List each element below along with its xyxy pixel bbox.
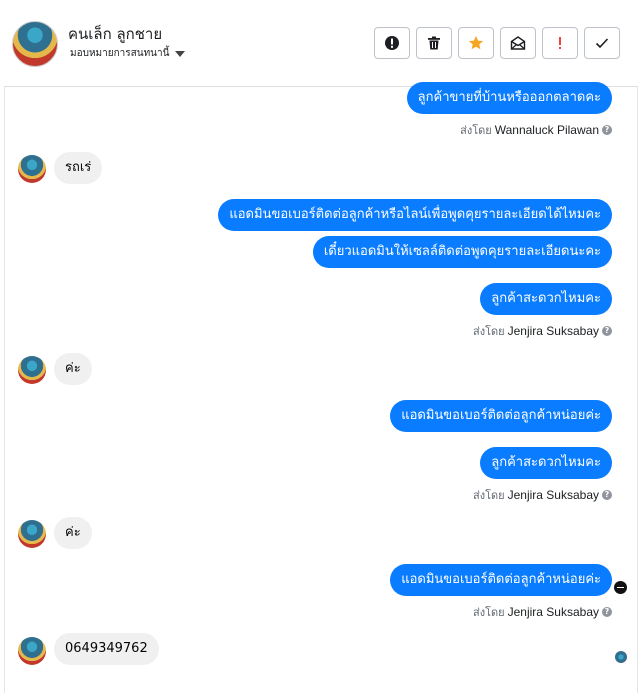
conversation-toolbar xyxy=(374,27,620,59)
contact-avatar[interactable] xyxy=(12,21,58,67)
caret-down-icon xyxy=(175,50,186,57)
sender-name[interactable]: Jenjira Suksabay xyxy=(508,605,599,619)
done-icon xyxy=(595,38,609,49)
outgoing-message[interactable]: แอดมินขอเบอร์ติดต่อลูกค้าหน่อยค่ะ xyxy=(390,564,612,596)
conversation-header: คนเล็ก ลูกชาย มอบหมายการสนทนานี้ xyxy=(4,0,638,87)
assign-label: มอบหมายการสนทนานี้ xyxy=(70,48,170,59)
important-icon xyxy=(559,37,561,49)
assign-conversation-dropdown[interactable]: มอบหมายการสนทนานี้ xyxy=(70,46,186,61)
sent-by-line: ส่งโดย Jenjira Suksabay ? xyxy=(473,603,612,621)
sender-name[interactable]: Jenjira Suksabay xyxy=(508,324,599,338)
sent-by-line: ส่งโดย Wannaluck Pilawan ? xyxy=(460,121,612,139)
incoming-message[interactable]: รถเร่ xyxy=(54,152,103,184)
star-icon xyxy=(468,36,484,50)
outgoing-message[interactable]: แอดมินขอเบอร์ติดต่อลูกค้าหรือไลน์เพื่อพู… xyxy=(218,199,612,231)
contact-avatar-small[interactable] xyxy=(18,637,46,665)
incoming-message[interactable]: ค่ะ xyxy=(54,517,92,549)
sender-name[interactable]: Jenjira Suksabay xyxy=(508,488,599,502)
sent-by-line: ส่งโดย Jenjira Suksabay ? xyxy=(473,322,612,340)
sent-by-line: ส่งโดย Jenjira Suksabay ? xyxy=(473,486,612,504)
contact-avatar-small[interactable] xyxy=(18,520,46,548)
outgoing-message[interactable]: เดี๋ยวแอดมินให้เซลล์ติดต่อพูดคุยรายละเอี… xyxy=(312,236,612,268)
mark-unread-button[interactable] xyxy=(500,27,536,59)
incoming-message[interactable]: ค่ะ xyxy=(54,353,92,385)
outgoing-message[interactable]: แอดมินขอเบอร์ติดต่อลูกค้าหน่อยค่ะ xyxy=(390,400,612,432)
outgoing-message[interactable]: ลูกค้าขายที่บ้านหรือออกตลาดคะ xyxy=(406,82,612,114)
help-icon[interactable]: ? xyxy=(602,125,612,135)
report-icon xyxy=(385,36,399,50)
seen-indicator-icon xyxy=(614,581,627,594)
trash-icon xyxy=(428,36,440,50)
read-receipt-avatar xyxy=(615,651,627,663)
help-icon[interactable]: ? xyxy=(602,607,612,617)
sender-name[interactable]: Wannaluck Pilawan xyxy=(495,123,599,137)
incoming-message[interactable]: 0649349762 xyxy=(54,633,159,665)
mark-unread-icon xyxy=(510,36,526,50)
outgoing-message[interactable]: ลูกค้าสะดวกไหมคะ xyxy=(480,447,612,479)
help-icon[interactable]: ? xyxy=(602,326,612,336)
contact-avatar-small[interactable] xyxy=(18,356,46,384)
star-button[interactable] xyxy=(458,27,494,59)
contact-avatar-small[interactable] xyxy=(18,155,46,183)
help-icon[interactable]: ? xyxy=(602,490,612,500)
delete-button[interactable] xyxy=(416,27,452,59)
mark-done-button[interactable] xyxy=(584,27,620,59)
report-spam-button[interactable] xyxy=(374,27,410,59)
outgoing-message[interactable]: ลูกค้าสะดวกไหมคะ xyxy=(480,283,612,315)
mark-important-button[interactable] xyxy=(542,27,578,59)
contact-name[interactable]: คนเล็ก ลูกชาย xyxy=(68,22,162,46)
